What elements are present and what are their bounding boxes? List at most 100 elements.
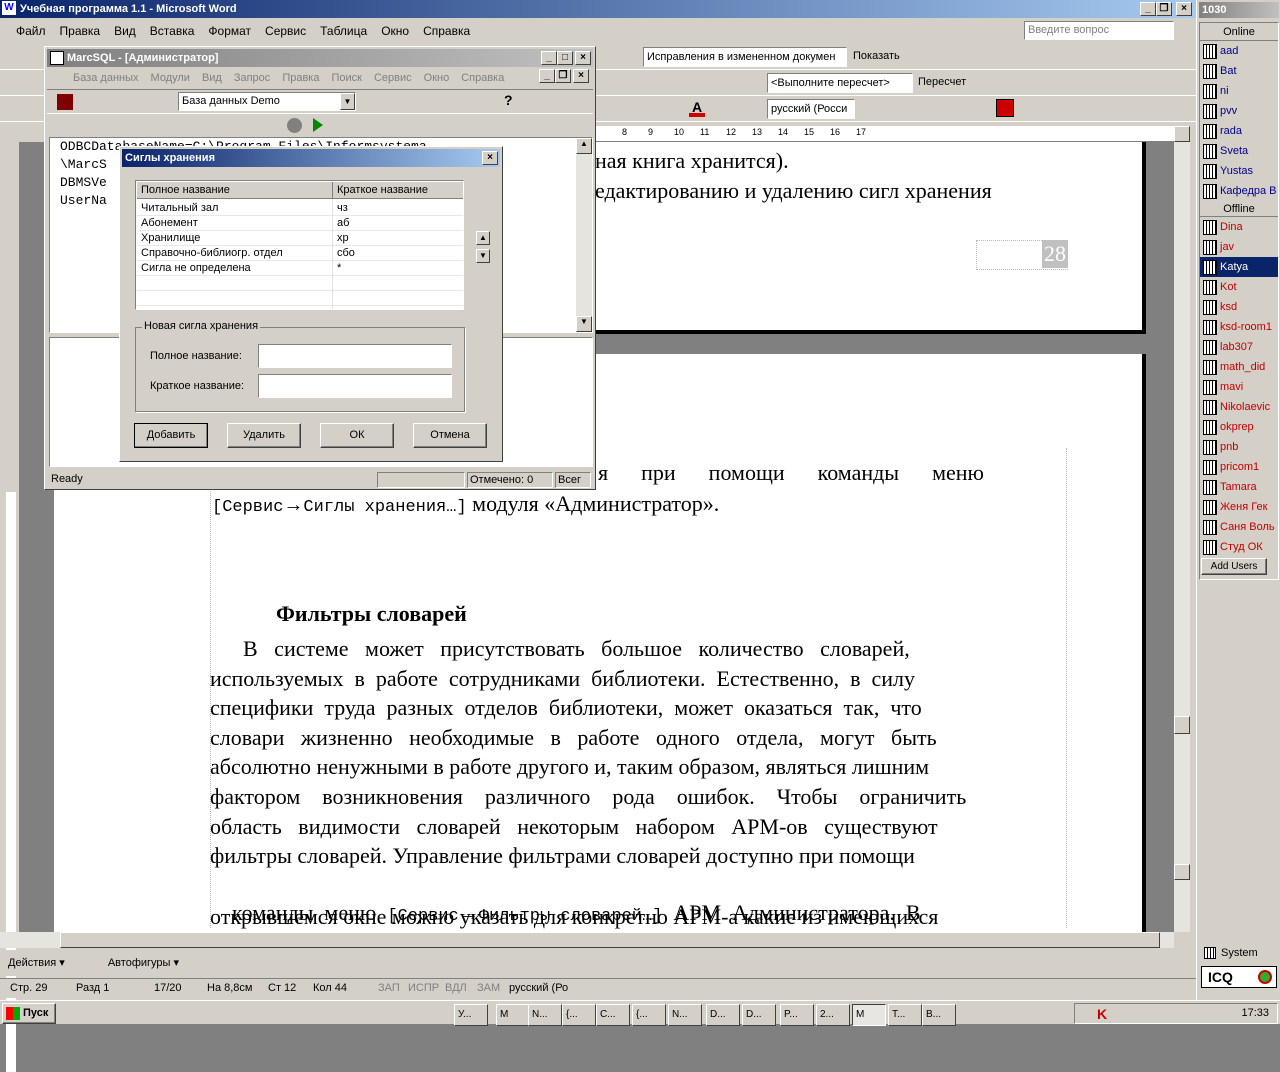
taskbar-item[interactable]: N... — [528, 1004, 562, 1026]
taskbar-item[interactable]: C... — [596, 1004, 630, 1026]
taskbar-item[interactable]: {... — [562, 1004, 596, 1026]
marc-menu-item[interactable]: Поиск — [331, 72, 361, 84]
taskbar-item[interactable]: 2... — [816, 1004, 850, 1026]
taskbar-item[interactable]: T... — [888, 1004, 922, 1026]
icq-contact-offline[interactable]: Kot — [1200, 277, 1278, 297]
icq-contact-online[interactable]: Yustas — [1200, 161, 1278, 181]
icq-contact-online[interactable]: Bat — [1200, 61, 1278, 81]
marcsql-text-scrollbar[interactable]: ▲ ▼ — [576, 138, 592, 332]
taskbar-item[interactable]: D... — [706, 1004, 740, 1026]
draw-autoshapes-menu[interactable]: Автофигуры — [108, 957, 171, 969]
icq-system-button[interactable]: System — [1201, 944, 1277, 962]
antivirus-icon[interactable]: K — [1097, 1006, 1107, 1022]
marc-menu-item[interactable]: Справка — [461, 72, 504, 84]
table-row[interactable]: Читальный зал чз — [137, 201, 463, 216]
close-button[interactable]: × — [1176, 2, 1192, 16]
add-button[interactable]: Добавить — [134, 423, 208, 448]
icq-logo[interactable]: ICQ — [1201, 966, 1277, 988]
marc-menu-item[interactable]: Окно — [424, 72, 450, 84]
marc-menu-item[interactable]: Сервис — [374, 72, 412, 84]
marc-minimize-button[interactable]: _ — [541, 51, 557, 65]
word-menu-item[interactable]: Правка — [60, 24, 101, 38]
status-trk[interactable]: ИСПР — [408, 979, 439, 997]
icq-contact-offline[interactable]: lab307 — [1200, 337, 1278, 357]
ok-button[interactable]: ОК — [320, 423, 394, 448]
icq-contact-offline[interactable]: mavi — [1200, 377, 1278, 397]
horizontal-scrollbar[interactable] — [0, 932, 1174, 948]
table-row[interactable]: Абонемент аб — [137, 216, 463, 231]
taskbar-item[interactable]: У... — [454, 1004, 488, 1026]
draw-actions-menu[interactable]: Действия — [8, 957, 56, 969]
cancel-button[interactable]: Отмена — [413, 423, 487, 448]
marc-menu-item[interactable]: Запрос — [234, 72, 270, 84]
start-button[interactable]: Пуск — [2, 1003, 56, 1024]
icq-contact-offline[interactable]: jav — [1200, 237, 1278, 257]
taskbar-item[interactable]: D... — [742, 1004, 776, 1026]
add-users-button[interactable]: Add Users — [1201, 558, 1267, 575]
icq-contact-online[interactable]: Кафедра В — [1200, 181, 1278, 201]
word-menu-item[interactable]: Таблица — [320, 24, 367, 38]
icq-contact-offline[interactable]: ksd — [1200, 297, 1278, 317]
stop-icon[interactable] — [287, 118, 302, 133]
grid-scroll-up[interactable]: ▲ — [476, 231, 490, 245]
icq-contact-online[interactable]: aad — [1200, 41, 1278, 61]
marc-menu-item[interactable]: Вид — [202, 72, 222, 84]
icq-contact-list[interactable]: Online aad Bat ni pvv rada Sveta Yustas Кафедра … — [1199, 22, 1279, 580]
status-rec[interactable]: ЗАП — [378, 979, 400, 997]
recount-button[interactable]: Пересчет — [918, 76, 966, 88]
icq-contact-offline[interactable]: okprep — [1200, 417, 1278, 437]
icq-contact-offline[interactable]: pnb — [1200, 437, 1278, 457]
icq-contact-online[interactable]: Sveta — [1200, 141, 1278, 161]
icq-contact-offline[interactable]: Саня Воль — [1200, 517, 1278, 537]
marc-close-button[interactable]: × — [575, 51, 591, 65]
recalc-combo[interactable]: <Выполните пересчет> — [767, 73, 913, 93]
icq-contact-offline[interactable]: Nikolaevic — [1200, 397, 1278, 417]
icq-contact-offline[interactable]: Dina — [1200, 217, 1278, 237]
help-search-box[interactable]: Введите вопрос — [1024, 21, 1174, 40]
grid-scroll-down[interactable]: ▼ — [476, 249, 490, 263]
track-changes-combo[interactable]: Исправления в измененном докумен — [643, 47, 847, 67]
red-book-icon[interactable] — [996, 99, 1014, 117]
font-color-icon[interactable]: A — [689, 99, 705, 117]
icq-contact-offline[interactable]: math_did — [1200, 357, 1278, 377]
status-ovr[interactable]: ЗАМ — [477, 979, 500, 997]
icq-contact-offline[interactable]: Katya — [1200, 257, 1278, 277]
icq-contact-offline[interactable]: Студ ОК — [1200, 537, 1278, 557]
sigly-grid[interactable]: Полное название Краткое название Читальн… — [135, 180, 464, 310]
icq-contact-offline[interactable]: Женя Гек — [1200, 497, 1278, 517]
word-menu-item[interactable]: Формат — [208, 24, 251, 38]
marc-menu-item[interactable]: База данных — [73, 72, 139, 84]
word-menu-item[interactable]: Справка — [423, 24, 470, 38]
short-name-input[interactable] — [258, 374, 452, 398]
marc-menu-item[interactable]: Правка — [282, 72, 319, 84]
word-menu-item[interactable]: Вставка — [150, 24, 195, 38]
icq-contact-online[interactable]: ni — [1200, 81, 1278, 101]
marc-child-min[interactable]: _ — [539, 69, 555, 83]
icq-contact-online[interactable]: rada — [1200, 121, 1278, 141]
taskbar-item[interactable]: N... — [668, 1004, 702, 1026]
icq-contact-offline[interactable]: Tamara — [1200, 477, 1278, 497]
full-name-input[interactable] — [258, 344, 452, 368]
status-ext[interactable]: ВДЛ — [445, 979, 467, 997]
show-dropdown[interactable]: Показать — [853, 50, 900, 62]
books-icon[interactable] — [57, 94, 73, 110]
taskbar-item[interactable]: P... — [780, 1004, 814, 1026]
dialog-close-button[interactable]: × — [482, 151, 498, 165]
taskbar-item[interactable]: B... — [922, 1004, 956, 1026]
minimize-button[interactable]: _ — [1140, 2, 1156, 16]
table-row[interactable]: Хранилище хр — [137, 231, 463, 246]
icq-contact-offline[interactable]: ksd-room1 — [1200, 317, 1278, 337]
col-full-header[interactable]: Полное название — [141, 182, 333, 199]
marc-maximize-button[interactable]: □ — [557, 51, 573, 65]
scroll-thumb[interactable] — [1174, 716, 1190, 734]
database-combo[interactable]: База данных Demo ▼ — [178, 92, 356, 111]
language-combo[interactable]: русский (Росси — [767, 99, 855, 119]
maximize-button[interactable]: ❐ — [1156, 2, 1172, 16]
word-menu-item[interactable]: Окно — [381, 24, 409, 38]
help-icon[interactable]: ? — [504, 92, 513, 108]
icq-contact-offline[interactable]: pricom1 — [1200, 457, 1278, 477]
icq-contact-online[interactable]: pvv — [1200, 101, 1278, 121]
table-row[interactable]: Сигла не определена * — [137, 261, 463, 276]
word-menu-item[interactable]: Сервис — [265, 24, 306, 38]
marc-child-max[interactable]: ❐ — [555, 69, 571, 83]
